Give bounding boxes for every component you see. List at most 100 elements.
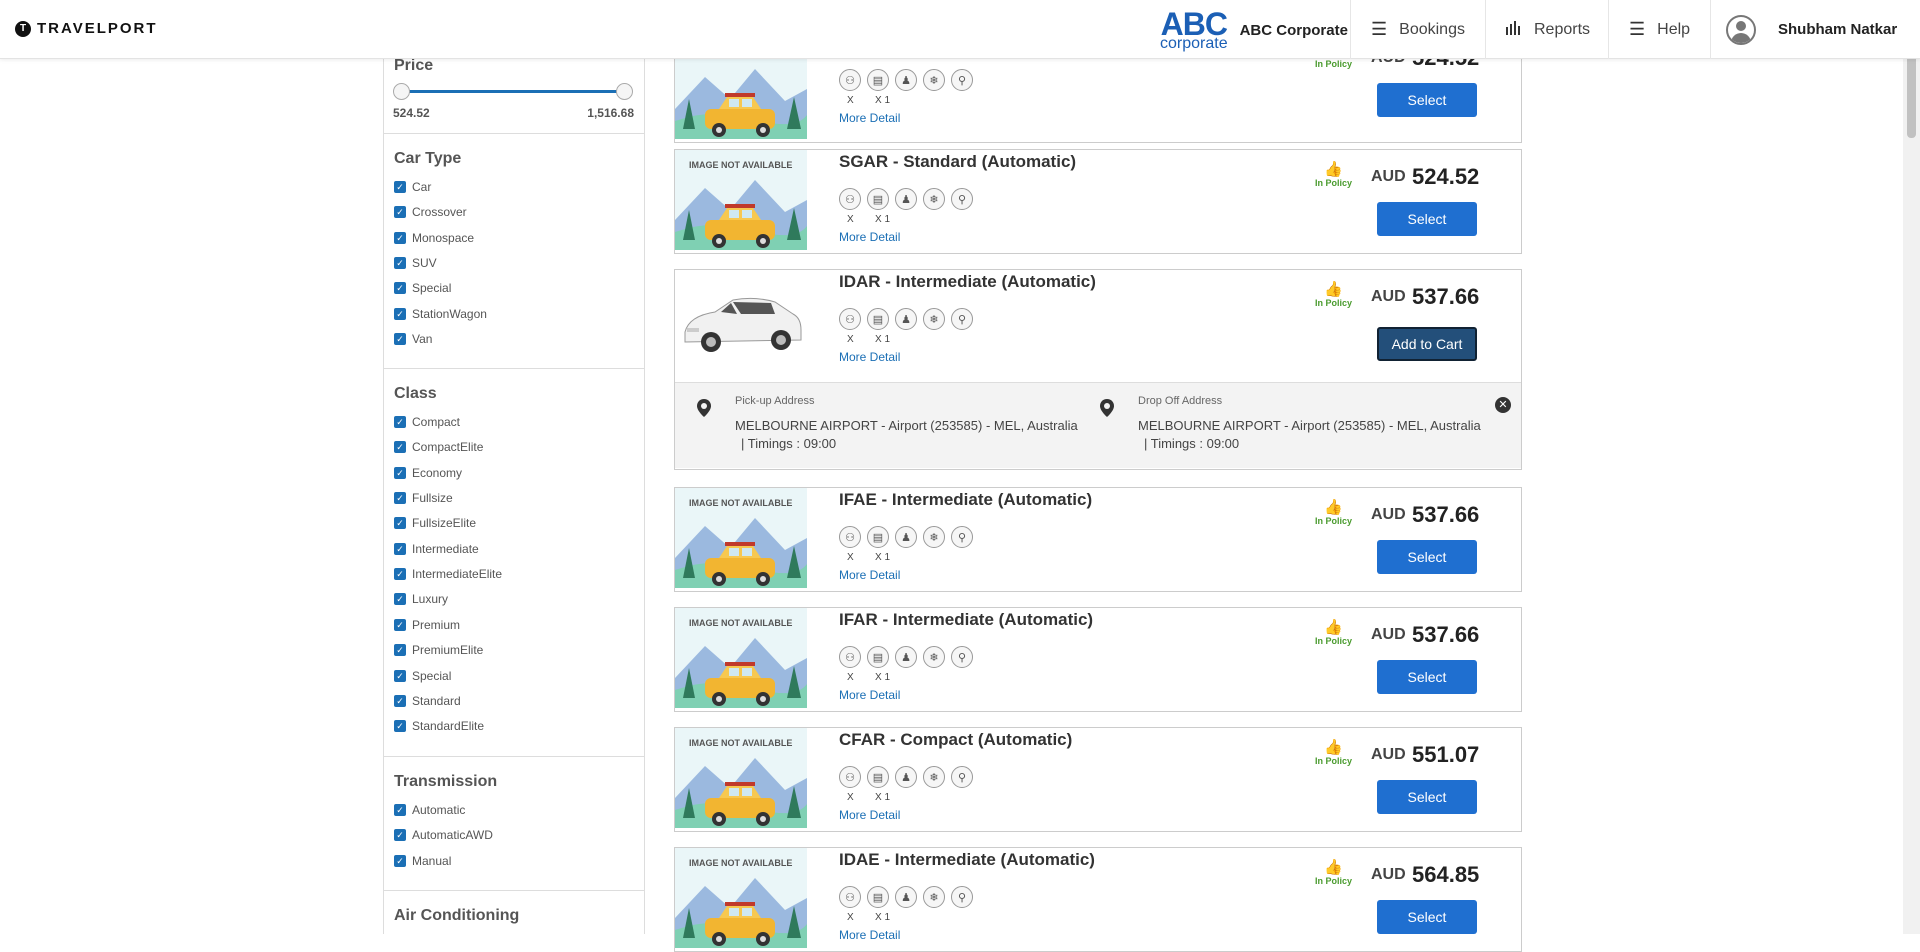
passenger-icon: ⚇ [839, 886, 861, 908]
checkbox-checked-icon: ✓ [394, 467, 406, 479]
more-detail-link[interactable]: More Detail [839, 808, 900, 822]
checkbox-monospace[interactable]: ✓ Monospace [394, 231, 474, 245]
checkbox-suv[interactable]: ✓ SUV [394, 256, 437, 270]
passenger-count: X [847, 912, 854, 923]
checkbox-manual[interactable]: ✓ Manual [394, 854, 451, 868]
select-button[interactable]: Select [1377, 202, 1477, 236]
checkbox-economy[interactable]: ✓ Economy [394, 466, 462, 480]
currency-label: AUD [1371, 168, 1406, 185]
car-title: IDAR - Intermediate (Automatic) [839, 272, 1096, 291]
location-pin-icon [1100, 399, 1114, 417]
more-detail-link[interactable]: More Detail [839, 230, 900, 244]
checkbox-label: StandardElite [412, 719, 485, 733]
checkbox-checked-icon: ✓ [394, 181, 406, 193]
in-policy-label: In Policy [1315, 298, 1353, 308]
checkbox-automatic[interactable]: ✓ Automatic [394, 803, 465, 817]
car-placeholder-image: IMAGE NOT AVAILABLE [675, 848, 807, 948]
checkbox-standardelite[interactable]: ✓ StandardElite [394, 719, 484, 733]
price-filter-title: Price [394, 57, 434, 74]
select-button[interactable]: Select [1377, 540, 1477, 574]
select-button[interactable]: Select [1377, 660, 1477, 694]
price-slider-min-handle[interactable] [393, 83, 410, 100]
checkbox-label: Automatic [412, 803, 466, 817]
more-detail-link[interactable]: More Detail [839, 350, 900, 364]
car-price: 537.66 [1412, 284, 1480, 309]
add-to-cart-button[interactable]: Add to Cart [1377, 327, 1477, 361]
checkbox-standard[interactable]: ✓ Standard [394, 694, 461, 708]
nav-bookings[interactable]: ☰ Bookings [1350, 0, 1485, 59]
thumbs-up-icon: 👍 [1324, 739, 1343, 756]
checkbox-checked-icon: ✓ [394, 441, 406, 453]
checkbox-premium[interactable]: ✓ Premium [394, 618, 460, 632]
passenger-count: X [847, 95, 854, 106]
passenger-count: X [847, 334, 854, 345]
travelport-logo-icon: T [15, 20, 31, 37]
page-scrollbar[interactable] [1903, 0, 1920, 934]
checkbox-fullsizeelite[interactable]: ✓ FullsizeElite [394, 516, 476, 530]
image-not-available-label: IMAGE NOT AVAILABLE [689, 858, 793, 868]
thumbs-up-icon: 👍 [1324, 859, 1343, 876]
class-filter-title: Class [394, 385, 437, 402]
travelport-logo[interactable]: T TRAVELPORT [15, 20, 158, 37]
more-detail-link[interactable]: More Detail [839, 688, 900, 702]
user-menu[interactable]: Shubham Natkar [1710, 0, 1897, 59]
passenger-count: X [847, 552, 854, 563]
checkbox-luxury[interactable]: ✓ Luxury [394, 592, 448, 606]
checkbox-checked-icon: ✓ [394, 829, 406, 841]
currency-label: AUD [1371, 288, 1406, 305]
checkbox-checked-icon: ✓ [394, 308, 406, 320]
checkbox-compactelite[interactable]: ✓ CompactElite [394, 440, 483, 454]
checkbox-compact[interactable]: ✓ Compact [394, 415, 460, 429]
checkbox-automaticawd[interactable]: ✓ AutomaticAWD [394, 828, 493, 842]
corporate-logo-sub: corporate [1160, 35, 1228, 52]
checkbox-checked-icon: ✓ [394, 720, 406, 732]
checkbox-label: Standard [412, 694, 461, 708]
passenger-icon: ⚇ [839, 766, 861, 788]
bag-count: X 1 [875, 792, 891, 803]
checkbox-label: Monospace [412, 231, 475, 245]
dropoff-timing: | Timings : 09:00 [1144, 436, 1240, 451]
select-button[interactable]: Select [1377, 780, 1477, 814]
driver-icon: ♟ [895, 886, 917, 908]
passenger-count: X [847, 792, 854, 803]
checkbox-label: Van [412, 332, 433, 346]
image-not-available-label: IMAGE NOT AVAILABLE [689, 738, 793, 748]
checkbox-special[interactable]: ✓ Special [394, 281, 451, 295]
checkbox-checked-icon: ✓ [394, 644, 406, 656]
checkbox-label: Special [412, 281, 452, 295]
checkbox-label: Car [412, 180, 432, 194]
checkbox-crossover[interactable]: ✓ Crossover [394, 205, 467, 219]
checkbox-car[interactable]: ✓ Car [394, 180, 431, 194]
nav-reports[interactable]: Reports [1485, 0, 1617, 59]
more-detail-link[interactable]: More Detail [839, 928, 900, 942]
more-detail-link[interactable]: More Detail [839, 111, 900, 125]
select-button[interactable]: Select [1377, 900, 1477, 934]
checkbox-intermediate[interactable]: ✓ Intermediate [394, 542, 479, 556]
checkbox-premiumelite[interactable]: ✓ PremiumElite [394, 643, 483, 657]
car-features: ⚇ ▤ ♟ ❄ ⚲ [839, 766, 979, 788]
price-slider-track[interactable] [402, 90, 626, 93]
checkbox-label: AutomaticAWD [412, 828, 493, 842]
price-slider-max-handle[interactable] [616, 83, 633, 100]
checkbox-checked-icon: ✓ [394, 568, 406, 580]
luggage-icon: ▤ [867, 69, 889, 91]
passenger-icon: ⚇ [839, 188, 861, 210]
checkbox-special-class[interactable]: ✓ Special [394, 669, 451, 683]
select-button[interactable]: Select [1377, 83, 1477, 117]
checkbox-fullsize[interactable]: ✓ Fullsize [394, 491, 453, 505]
checkbox-stationwagon[interactable]: ✓ StationWagon [394, 307, 487, 321]
luggage-icon: ▤ [867, 308, 889, 330]
checkbox-van[interactable]: ✓ Van [394, 332, 432, 346]
close-icon[interactable]: ✕ [1495, 397, 1511, 413]
checkbox-checked-icon: ✓ [394, 855, 406, 867]
class-filter: Class ✓ Compact ✓ CompactElite ✓ Economy ✓ F… [384, 369, 644, 757]
in-policy-badge: 👍In Policy [1315, 280, 1352, 308]
nav-help[interactable]: ☰ Help [1608, 0, 1710, 59]
more-detail-link[interactable]: More Detail [839, 568, 900, 582]
driver-icon: ♟ [895, 526, 917, 548]
info-icon: ⚲ [951, 646, 973, 668]
checkbox-label: Special [412, 669, 452, 683]
checkbox-intermediateelite[interactable]: ✓ IntermediateElite [394, 567, 502, 581]
pickup-address: MELBOURNE AIRPORT - Airport (253585) - M… [735, 418, 1078, 433]
car-title: CFAR - Compact (Automatic) [839, 730, 1073, 749]
